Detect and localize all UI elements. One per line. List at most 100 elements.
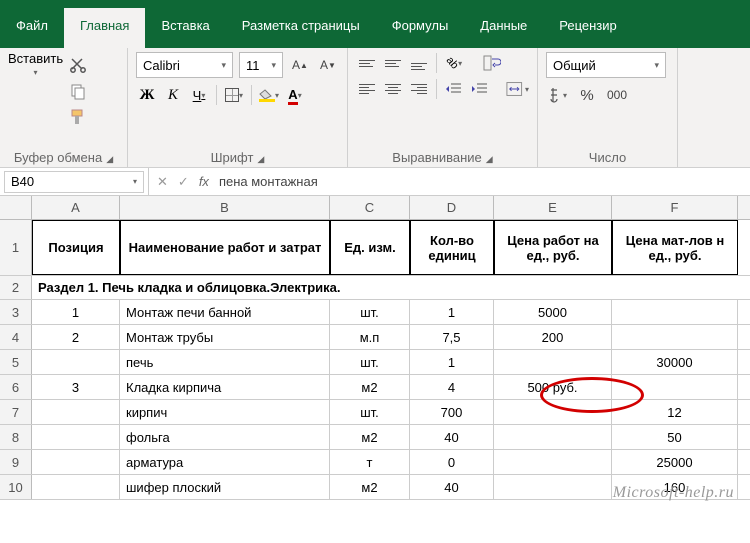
number-format-combo[interactable]: Общий▾ xyxy=(546,52,666,78)
cell-qty[interactable]: 1 xyxy=(410,300,494,324)
format-painter-button[interactable] xyxy=(67,106,89,128)
merge-center-button[interactable]: ▾ xyxy=(506,78,529,100)
font-dialog-launcher[interactable]: ◢ xyxy=(257,154,264,164)
row-head[interactable]: 6 xyxy=(0,375,32,399)
decrease-indent-button[interactable] xyxy=(443,78,465,100)
cell-price-mat[interactable] xyxy=(612,300,738,324)
font-color-button[interactable]: А▾ xyxy=(284,84,306,106)
cell-name[interactable]: фольга xyxy=(120,425,330,449)
row-head[interactable]: 7 xyxy=(0,400,32,424)
align-bottom-button[interactable] xyxy=(408,52,430,74)
cell-name[interactable]: арматура xyxy=(120,450,330,474)
bold-button[interactable]: Ж xyxy=(136,84,158,106)
tab-file[interactable]: Файл xyxy=(0,8,64,48)
increase-indent-button[interactable] xyxy=(469,78,491,100)
row-head-2[interactable]: 2 xyxy=(0,276,32,299)
cell-name[interactable]: печь xyxy=(120,350,330,374)
cell-qty[interactable]: 40 xyxy=(410,425,494,449)
accept-formula-button[interactable]: ✓ xyxy=(178,174,189,190)
align-middle-button[interactable] xyxy=(382,52,404,74)
font-size-combo[interactable]: 11▾ xyxy=(239,52,283,78)
cell-unit[interactable]: м2 xyxy=(330,475,410,499)
cell-price-work[interactable] xyxy=(494,475,612,499)
col-head-E[interactable]: E xyxy=(494,196,612,219)
align-left-button[interactable] xyxy=(356,78,378,100)
header-name[interactable]: Наименование работ и затрат xyxy=(120,220,330,275)
copy-button[interactable] xyxy=(67,80,89,102)
select-all-corner[interactable] xyxy=(0,196,32,219)
col-head-C[interactable]: C xyxy=(330,196,410,219)
italic-button[interactable]: К xyxy=(162,84,184,106)
fx-button[interactable]: fx xyxy=(199,174,209,189)
cell-price-mat[interactable]: 50 xyxy=(612,425,738,449)
cell-qty[interactable]: 0 xyxy=(410,450,494,474)
name-box[interactable]: B40▾ xyxy=(4,171,144,193)
formula-input[interactable]: пена монтажная xyxy=(219,174,318,189)
header-position[interactable]: Позиция xyxy=(32,220,120,275)
cell-name[interactable]: Монтаж печи банной xyxy=(120,300,330,324)
header-price-work[interactable]: Цена работ на ед., руб. xyxy=(494,220,612,275)
decrease-font-button[interactable]: A▼ xyxy=(317,54,339,76)
tab-review[interactable]: Рецензир xyxy=(543,8,633,48)
cell-qty[interactable]: 1 xyxy=(410,350,494,374)
col-head-D[interactable]: D xyxy=(410,196,494,219)
increase-font-button[interactable]: A▲ xyxy=(289,54,311,76)
cell-name[interactable]: кирпич xyxy=(120,400,330,424)
col-head-F[interactable]: F xyxy=(612,196,738,219)
cell-qty[interactable]: 700 xyxy=(410,400,494,424)
alignment-dialog-launcher[interactable]: ◢ xyxy=(486,154,493,164)
cell-price-mat[interactable]: 25000 xyxy=(612,450,738,474)
cell-name[interactable]: Кладка кирпича xyxy=(120,375,330,399)
tab-home[interactable]: Главная xyxy=(64,8,145,48)
cell-price-work[interactable] xyxy=(494,350,612,374)
cell-price-mat[interactable] xyxy=(612,325,738,349)
cell-pos[interactable]: 2 xyxy=(32,325,120,349)
cell-price-mat[interactable]: 12 xyxy=(612,400,738,424)
percent-button[interactable]: % xyxy=(576,84,598,106)
cell-name[interactable]: Монтаж трубы xyxy=(120,325,330,349)
row-head-1[interactable]: 1 xyxy=(0,220,32,275)
align-top-button[interactable] xyxy=(356,52,378,74)
cell-pos[interactable] xyxy=(32,475,120,499)
cell-unit[interactable]: м2 xyxy=(330,425,410,449)
col-head-B[interactable]: B xyxy=(120,196,330,219)
tab-formulas[interactable]: Формулы xyxy=(376,8,465,48)
fill-color-button[interactable]: ▾ xyxy=(258,84,280,106)
underline-button[interactable]: Ч▾ xyxy=(188,84,210,106)
tab-data[interactable]: Данные xyxy=(464,8,543,48)
cell-price-mat[interactable]: 30000 xyxy=(612,350,738,374)
tab-insert[interactable]: Вставка xyxy=(145,8,225,48)
row-head[interactable]: 4 xyxy=(0,325,32,349)
currency-button[interactable]: ▾ xyxy=(546,84,568,106)
row-head[interactable]: 10 xyxy=(0,475,32,499)
cell-qty[interactable]: 4 xyxy=(410,375,494,399)
orientation-button[interactable]: ab▾ xyxy=(443,52,465,74)
col-head-A[interactable]: A xyxy=(32,196,120,219)
header-unit[interactable]: Ед. изм. xyxy=(330,220,410,275)
cut-button[interactable] xyxy=(67,54,89,76)
cell-price-mat[interactable] xyxy=(612,375,738,399)
tab-page-layout[interactable]: Разметка страницы xyxy=(226,8,376,48)
align-center-button[interactable] xyxy=(382,78,404,100)
cell-price-work[interactable]: 5000 xyxy=(494,300,612,324)
row-head[interactable]: 5 xyxy=(0,350,32,374)
comma-style-button[interactable]: 000 xyxy=(606,84,628,106)
cell-price-work[interactable]: 500 руб. xyxy=(494,375,612,399)
cell-unit[interactable]: шт. xyxy=(330,400,410,424)
cell-price-work[interactable] xyxy=(494,400,612,424)
cell-pos[interactable]: 1 xyxy=(32,300,120,324)
row-head[interactable]: 8 xyxy=(0,425,32,449)
font-name-combo[interactable]: Calibri▾ xyxy=(136,52,233,78)
wrap-text-button[interactable] xyxy=(481,52,503,74)
cell-price-work[interactable]: 200 xyxy=(494,325,612,349)
cell-unit[interactable]: т xyxy=(330,450,410,474)
cell-pos[interactable] xyxy=(32,350,120,374)
row-head[interactable]: 3 xyxy=(0,300,32,324)
cell-unit[interactable]: шт. xyxy=(330,350,410,374)
header-price-mat[interactable]: Цена мат-лов н ед., руб. xyxy=(612,220,738,275)
cell-pos[interactable] xyxy=(32,425,120,449)
paste-button[interactable]: Вставить ▾ xyxy=(8,52,63,74)
clipboard-dialog-launcher[interactable]: ◢ xyxy=(106,154,113,164)
section-title-cell[interactable]: Раздел 1. Печь кладка и облицовка.Электр… xyxy=(32,276,738,299)
cell-price-work[interactable] xyxy=(494,450,612,474)
